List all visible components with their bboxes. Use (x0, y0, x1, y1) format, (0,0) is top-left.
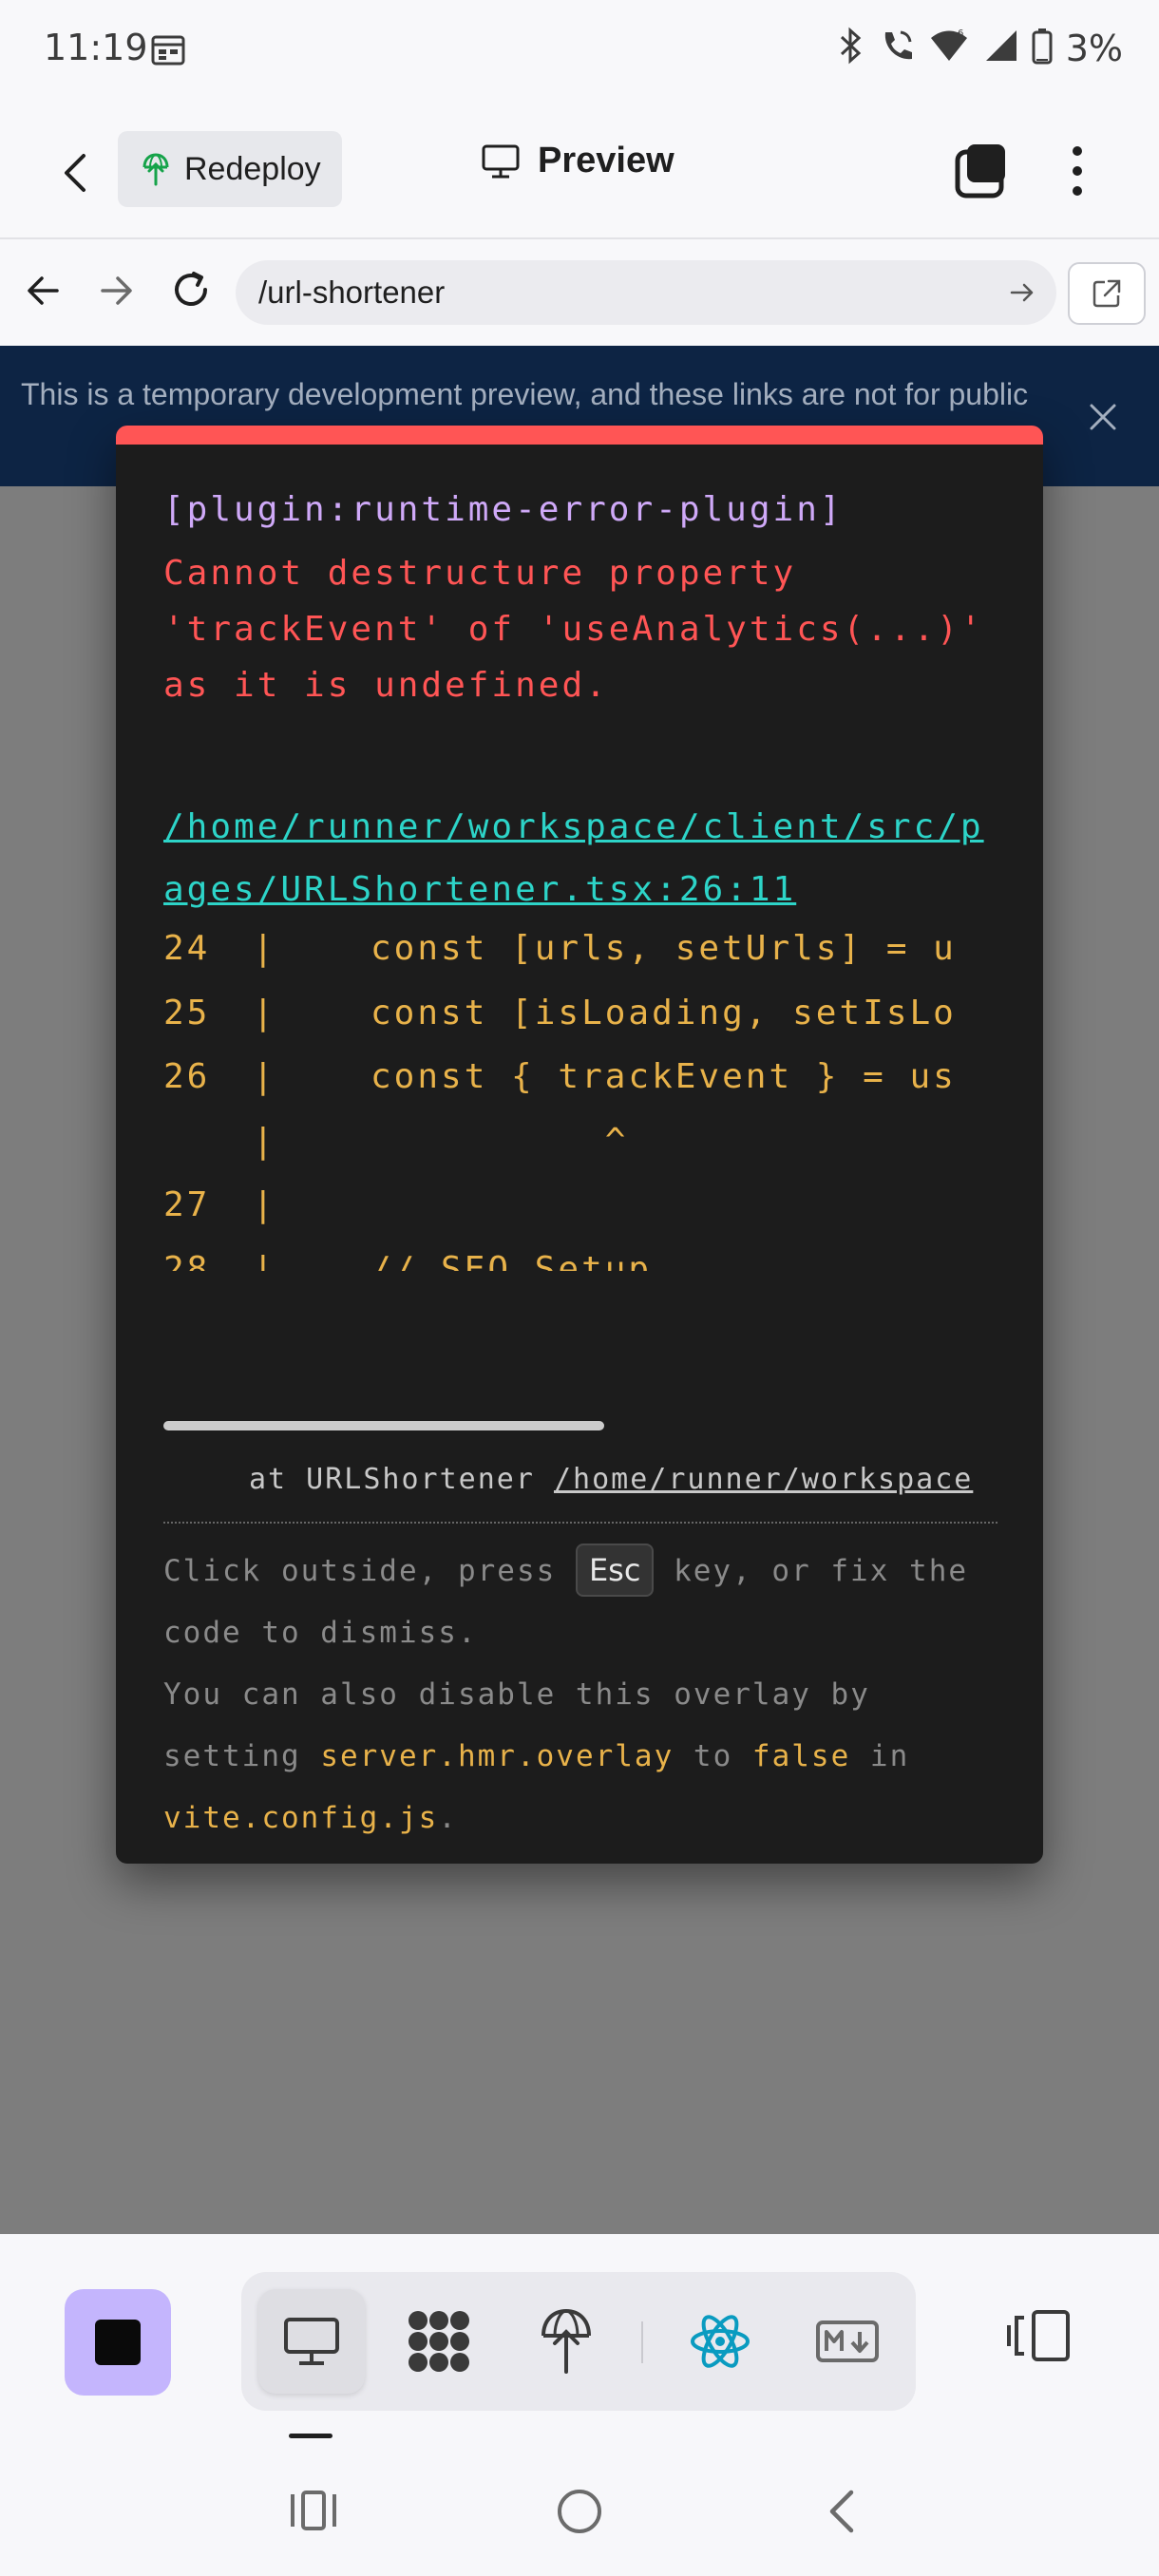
tab-preview[interactable] (258, 2289, 365, 2394)
code-line: 27 | (163, 1185, 276, 1224)
bluetooth-icon (836, 27, 864, 69)
error-plugin: [plugin:runtime-error-plugin] (163, 490, 844, 529)
error-file-link[interactable]: /home/runner/workspace/client/src/pages/… (163, 796, 999, 921)
stop-button[interactable] (65, 2289, 171, 2396)
banner-close-button[interactable] (1089, 403, 1117, 436)
code-frame: 24 | const [urls, setUrls] = u 25 | const [i… (163, 929, 998, 1271)
url-input[interactable]: /url-shortener (236, 260, 1056, 325)
code-line: 24 | const [urls, setUrls] = u (163, 929, 957, 968)
markdown-icon (816, 2320, 879, 2362)
url-value: /url-shortener (258, 275, 446, 310)
arrow-right-icon (101, 276, 132, 305)
tab-react[interactable] (667, 2289, 773, 2394)
open-external-button[interactable] (1068, 262, 1146, 325)
preview-area[interactable]: This is a temporary development preview,… (0, 346, 1159, 2234)
page-title: Preview (481, 141, 674, 181)
stack-file-link[interactable]: /home/runner/workspace (554, 1463, 973, 1496)
react-icon (691, 2315, 750, 2368)
active-tab-indicator (289, 2434, 332, 2438)
battery-percent: 3% (1065, 27, 1123, 69)
more-options-button[interactable] (1062, 141, 1092, 201)
divider (163, 1522, 998, 1524)
browser-back-button[interactable] (23, 270, 65, 316)
tool-tabs (241, 2272, 916, 2411)
more-vertical-icon (1073, 146, 1082, 156)
bottom-toolbar (0, 2234, 1159, 2449)
error-message: Cannot destructure property 'trackEvent'… (163, 554, 1008, 705)
close-icon (1090, 404, 1116, 430)
go-button[interactable] (1009, 279, 1036, 311)
app-header: Redeploy Preview (0, 103, 1159, 239)
code-line: | ^ (253, 1121, 629, 1161)
tabs-button[interactable] (954, 142, 1007, 199)
error-overlay: [plugin:runtime-error-plugin] Cannot des… (116, 426, 1043, 1864)
monitor-icon (482, 144, 520, 178)
monitor-icon (284, 2318, 339, 2365)
back-icon[interactable] (823, 2487, 861, 2541)
system-navigation (0, 2449, 1159, 2576)
code-line: 26 | const { trackEvent } = us (163, 1057, 957, 1096)
wifi-calling-icon (878, 27, 916, 69)
status-bar: 11:19 6 3% (0, 0, 1159, 103)
page-title-text: Preview (538, 141, 674, 180)
browser-forward-button[interactable] (95, 270, 137, 316)
panel-switch-button[interactable] (1007, 2308, 1074, 2368)
divider (641, 2321, 643, 2363)
reload-button[interactable] (167, 266, 215, 318)
wifi-icon: 6 (929, 27, 969, 69)
esc-key: Esc (575, 1544, 655, 1597)
signal-icon (982, 27, 1018, 69)
tab-workflows[interactable] (386, 2289, 492, 2394)
arrow-left-icon (28, 276, 59, 305)
dismiss-tip: Click outside, press Esc key, or fix the… (163, 1541, 999, 1849)
back-button[interactable] (51, 144, 99, 201)
calendar-icon (150, 31, 186, 72)
recents-icon[interactable] (287, 2487, 340, 2539)
code-line: 25 | const [isLoading, setIsLo (163, 993, 957, 1032)
deploy-icon (542, 2308, 591, 2374)
external-link-icon (1092, 279, 1121, 308)
tabs-icon (955, 144, 1005, 199)
url-bar: /url-shortener (0, 239, 1159, 346)
code-scrollbar[interactable] (163, 1421, 604, 1430)
banner-text: This is a temporary development preview,… (21, 377, 1029, 411)
tab-deployments[interactable] (513, 2289, 619, 2394)
stop-icon (95, 2320, 141, 2365)
error-stack: at URLShortener /home/runner/workspace (249, 1463, 974, 1496)
battery-icon (1032, 27, 1053, 69)
code-line: 28 |// SEO Setup (163, 1249, 653, 1272)
redeploy-button[interactable]: Redeploy (118, 131, 342, 207)
reload-icon (175, 272, 207, 306)
status-time: 11:19 (44, 27, 148, 68)
redeploy-label: Redeploy (184, 150, 321, 187)
arrow-right-icon (1010, 283, 1034, 302)
chevron-left-icon (65, 154, 86, 192)
panel-switch-icon (1007, 2310, 1070, 2361)
deploy-icon (142, 153, 169, 186)
home-icon[interactable] (555, 2487, 604, 2541)
workflow-icon (408, 2311, 469, 2372)
svg-text:6: 6 (958, 28, 963, 39)
tab-markdown[interactable] (794, 2289, 901, 2394)
